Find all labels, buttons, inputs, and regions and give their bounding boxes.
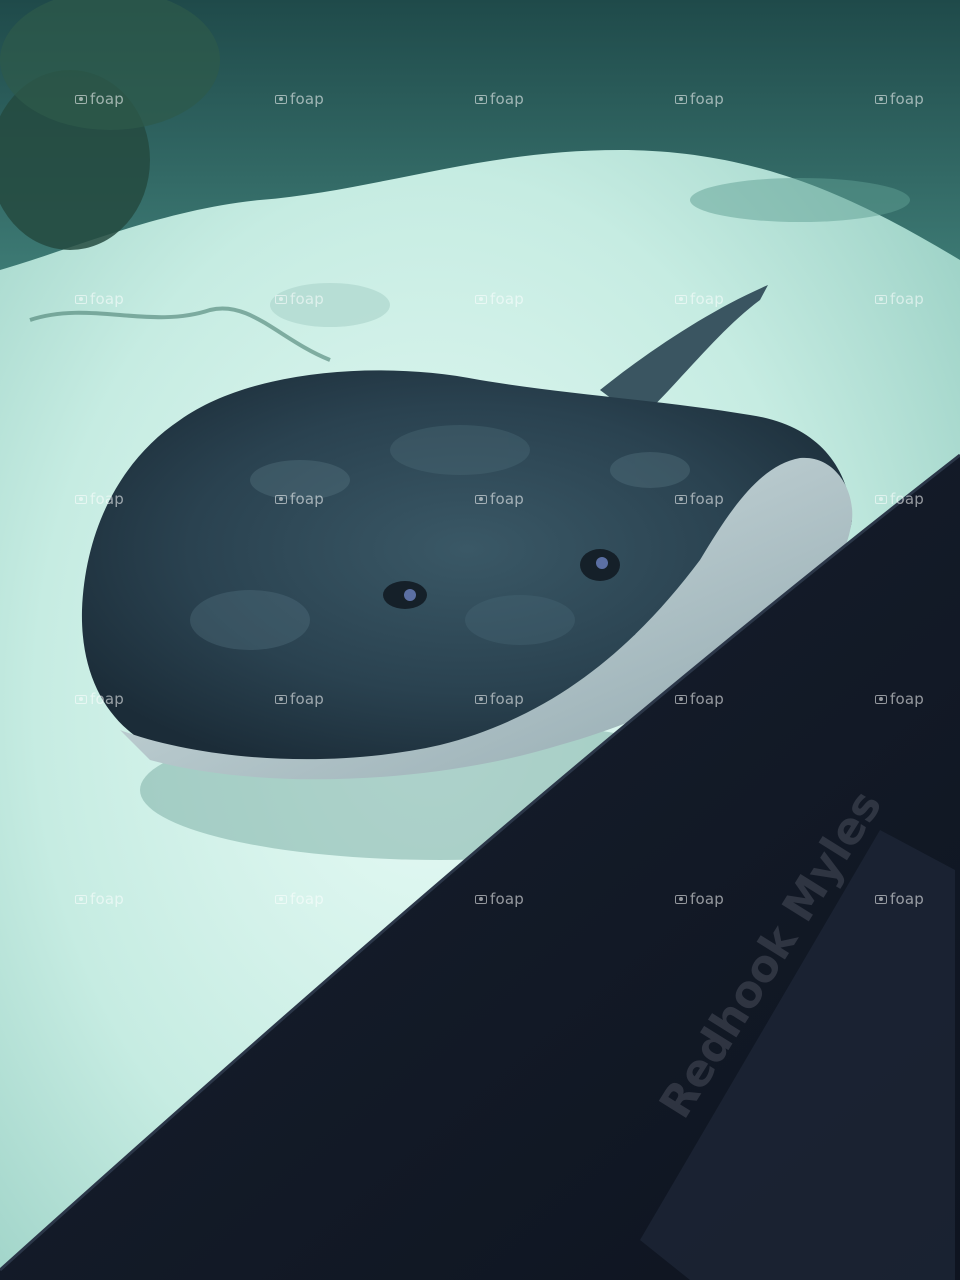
stone (270, 283, 390, 327)
sand-ridge (690, 178, 910, 222)
photo-canvas (0, 0, 960, 1280)
ray-pupil-left (404, 589, 416, 601)
aquarium-photo: Redhook Myles foap foap foap foap foap f… (0, 0, 960, 1280)
ray-pupil-right (596, 557, 608, 569)
